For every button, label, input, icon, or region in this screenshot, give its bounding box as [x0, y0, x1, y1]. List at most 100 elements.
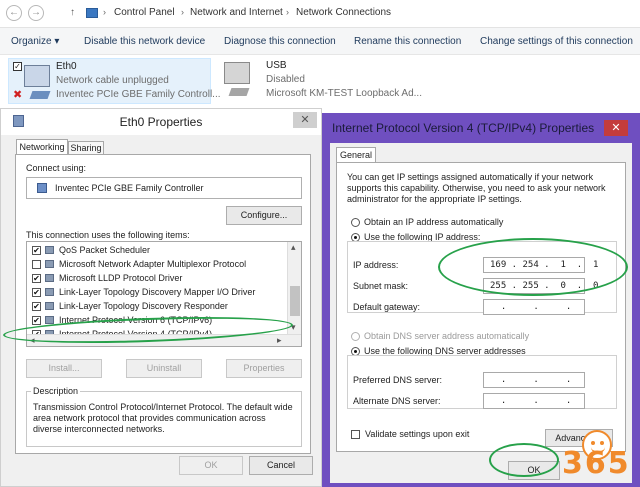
organize-label: Organize	[11, 36, 52, 47]
scroll-thumb[interactable]	[290, 286, 300, 316]
scroll-up-icon[interactable]: ▴	[291, 242, 296, 253]
adapter-tile-eth0[interactable]: ✓ ✖ Eth0 Network cable unplugged Invente…	[8, 58, 221, 104]
scroll-right-icon[interactable]: ▸	[277, 335, 282, 346]
close-button[interactable]: ✕	[293, 112, 317, 128]
highlight-oval-ok-button	[489, 443, 559, 477]
breadcrumb-network-and-internet[interactable]: Network and Internet	[190, 7, 283, 18]
item-checkbox[interactable]: ✔	[32, 246, 41, 255]
cable-icon	[228, 88, 250, 96]
close-button[interactable]: ✕	[604, 120, 628, 136]
list-item[interactable]: ✔ Microsoft LLDP Protocol Driver	[29, 272, 279, 285]
network-adapter-icon	[224, 62, 250, 84]
protocol-icon	[45, 274, 54, 282]
tab-sharing[interactable]: Sharing	[68, 141, 104, 155]
control-panel-icon	[86, 8, 98, 18]
default-gateway-input[interactable]: . . .	[483, 299, 585, 315]
item-checkbox[interactable]	[32, 260, 41, 269]
uninstall-button[interactable]: Uninstall	[126, 359, 202, 378]
protocol-icon	[45, 246, 54, 254]
obtain-ip-auto-label: Obtain an IP address automatically	[364, 217, 504, 227]
item-label: Link-Layer Topology Discovery Responder	[59, 301, 228, 311]
rename-connection-button[interactable]: Rename this connection	[354, 36, 461, 47]
adapter-field: Inventec PCIe GBE Family Controller	[26, 177, 302, 199]
description-label: Description	[31, 386, 81, 396]
description-group: Description Transmission Control Protoco…	[26, 386, 302, 447]
item-label: Microsoft Network Adapter Multiplexor Pr…	[59, 259, 247, 269]
protocol-icon	[45, 316, 54, 324]
tab-general[interactable]: General	[336, 147, 376, 163]
adapter-name: Eth0	[56, 61, 77, 72]
adapter-device: Inventec PCIe GBE Family Controll...	[56, 89, 221, 100]
default-gateway-label: Default gateway:	[353, 302, 421, 312]
adapter-tile-usb[interactable]: USB Disabled Microsoft KM-TEST Loopback …	[220, 58, 422, 104]
change-settings-button[interactable]: Change settings of this connection	[480, 36, 633, 47]
preferred-dns-input[interactable]: . . .	[483, 372, 585, 388]
properties-button[interactable]: Properties	[226, 359, 302, 378]
adapter-select-checkbox[interactable]: ✓	[13, 62, 22, 71]
breadcrumb-separator: ›	[103, 7, 106, 17]
ok-button[interactable]: OK	[179, 456, 243, 475]
list-item[interactable]: ✔ Link-Layer Topology Discovery Mapper I…	[29, 286, 279, 299]
diagnose-connection-button[interactable]: Diagnose this connection	[224, 36, 336, 47]
item-checkbox[interactable]: ✔	[32, 274, 41, 283]
adapter-status: Network cable unplugged	[56, 75, 169, 86]
alternate-dns-input[interactable]: . . .	[483, 393, 585, 409]
alternate-dns-label: Alternate DNS server:	[353, 396, 441, 406]
general-panel: You can get IP settings assigned automat…	[336, 162, 626, 452]
configure-button[interactable]: Configure...	[226, 206, 302, 225]
cable-icon	[29, 91, 51, 99]
vertical-scrollbar[interactable]: ▴ ▾	[287, 242, 301, 334]
item-label: Link-Layer Topology Discovery Mapper I/O…	[59, 287, 256, 297]
validate-label: Validate settings upon exit	[365, 429, 470, 439]
breadcrumb-separator: ›	[286, 7, 289, 17]
install-button[interactable]: Install...	[26, 359, 102, 378]
items-label: This connection uses the following items…	[26, 230, 190, 240]
address-bar: ← → ↑ › Control Panel › Network and Inte…	[0, 0, 640, 28]
networking-panel: Connect using: Inventec PCIe GBE Family …	[15, 154, 311, 454]
obtain-dns-auto-label: Obtain DNS server address automatically	[364, 331, 530, 341]
chevron-down-icon: ▾	[54, 36, 60, 47]
cancel-button[interactable]: Cancel	[249, 456, 313, 475]
list-item[interactable]: ✔ Link-Layer Topology Discovery Responde…	[29, 300, 279, 313]
item-checkbox[interactable]: ✔	[32, 302, 41, 311]
list-item[interactable]: Microsoft Network Adapter Multiplexor Pr…	[29, 258, 279, 271]
breadcrumb-control-panel[interactable]: Control Panel	[114, 7, 175, 18]
network-adapter-icon	[37, 183, 47, 193]
up-button[interactable]: ↑	[70, 7, 75, 18]
disable-device-button[interactable]: Disable this network device	[84, 36, 205, 47]
adapter-name: Inventec PCIe GBE Family Controller	[55, 183, 204, 193]
network-adapter-icon	[24, 65, 50, 87]
item-checkbox[interactable]: ✔	[32, 316, 41, 325]
item-label: Microsoft LLDP Protocol Driver	[59, 273, 183, 283]
intro-text: You can get IP settings assigned automat…	[347, 172, 606, 204]
dialog-title-bar: Eth0 Properties ✕	[1, 109, 321, 135]
error-x-icon: ✖	[13, 89, 23, 101]
organize-menu[interactable]: Organize ▾	[11, 36, 59, 47]
adapter-name: USB	[266, 60, 287, 71]
obtain-ip-auto-radio[interactable]	[351, 218, 360, 227]
tab-networking[interactable]: Networking	[16, 139, 68, 155]
forward-button[interactable]: →	[28, 5, 44, 21]
subnet-mask-label: Subnet mask:	[353, 281, 409, 291]
highlight-oval-ip-fields	[438, 238, 628, 296]
ip-address-label: IP address:	[353, 260, 399, 270]
item-checkbox[interactable]: ✔	[32, 288, 41, 297]
protocol-icon	[45, 288, 54, 296]
connect-using-label: Connect using:	[26, 163, 87, 173]
adapter-device: Microsoft KM-TEST Loopback Ad...	[266, 88, 422, 99]
dialog-title: Eth0 Properties	[119, 115, 203, 129]
breadcrumb-separator: ›	[181, 7, 184, 17]
obtain-dns-auto-radio[interactable]	[351, 332, 360, 341]
validate-checkbox[interactable]	[351, 430, 360, 439]
dialog-title: Internet Protocol Version 4 (TCP/IPv4) P…	[332, 121, 595, 135]
protocol-icon	[45, 302, 54, 310]
preferred-dns-label: Preferred DNS server:	[353, 375, 443, 385]
command-bar: Organize ▾ Disable this network device D…	[0, 28, 640, 55]
breadcrumb-network-connections[interactable]: Network Connections	[296, 7, 391, 18]
protocol-icon	[45, 260, 54, 268]
watermark-text: 365	[562, 446, 631, 481]
back-button[interactable]: ←	[6, 5, 22, 21]
watermark-logo: 365	[560, 430, 638, 482]
adapter-status: Disabled	[266, 74, 305, 85]
list-item[interactable]: ✔ QoS Packet Scheduler	[29, 244, 279, 257]
